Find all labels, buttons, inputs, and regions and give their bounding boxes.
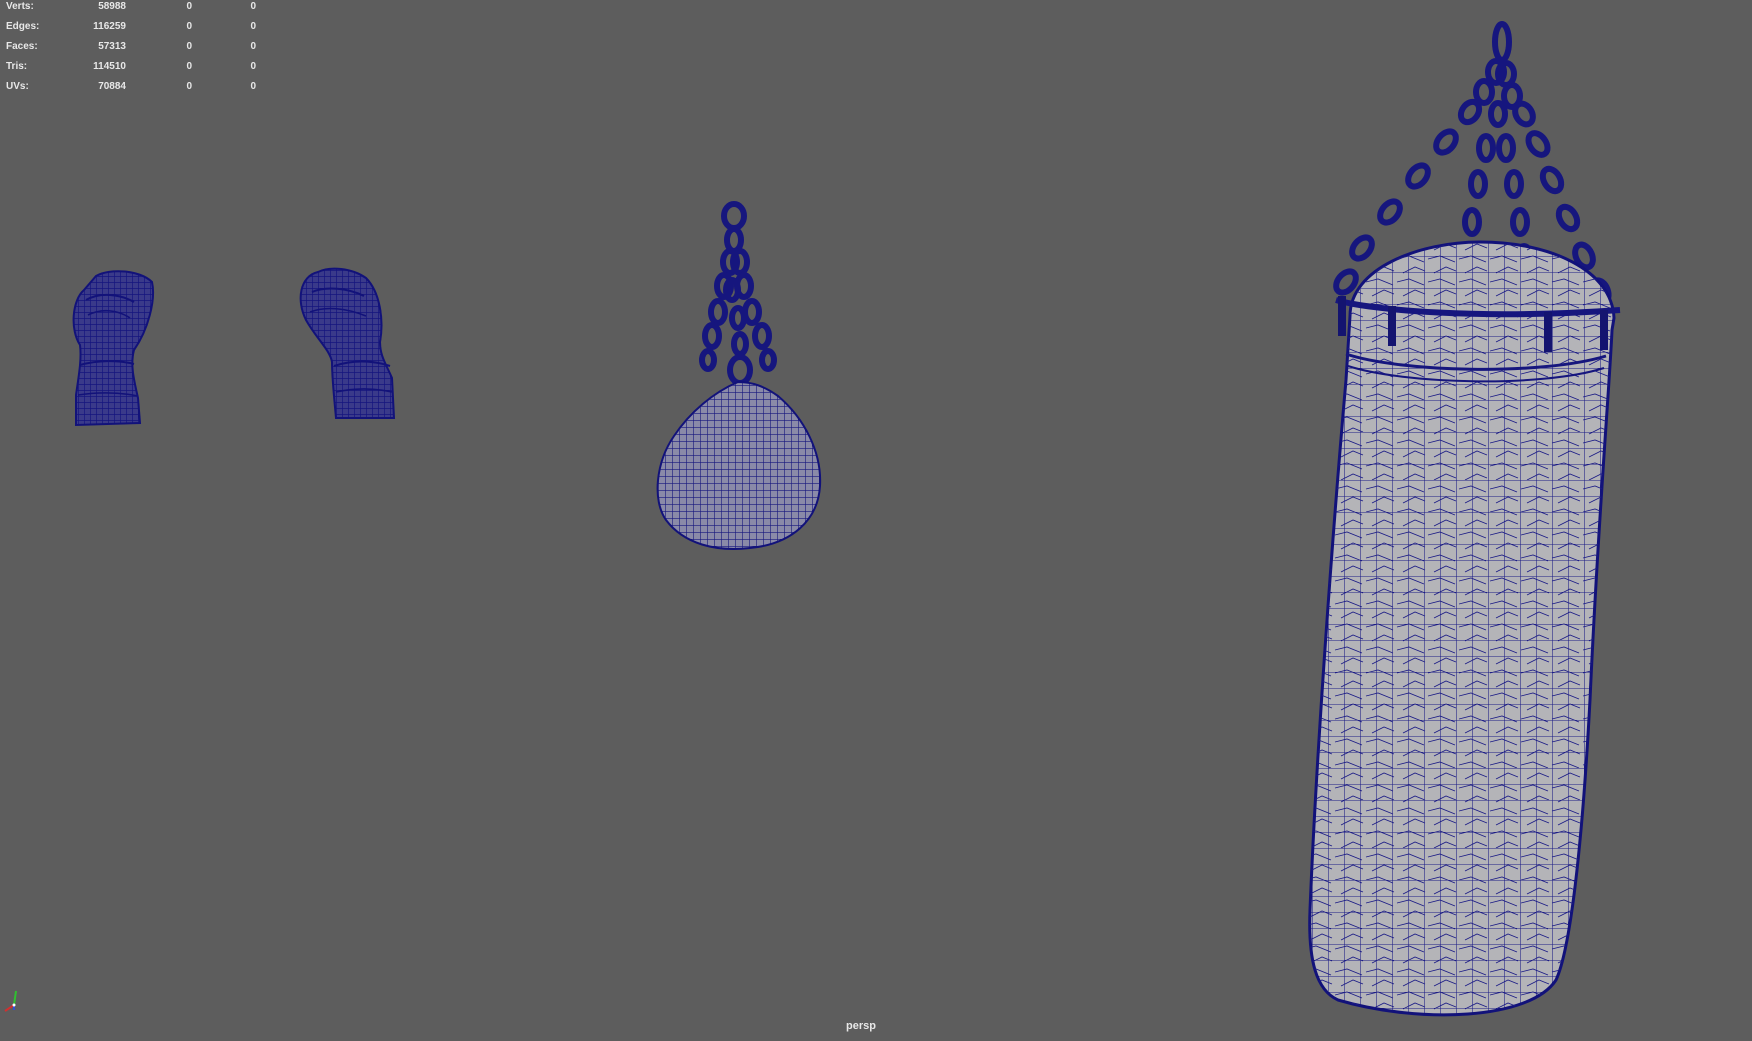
poly-count-hud: Verts: 58988 0 0 Edges: 116259 0 0 Faces: 57313 0 0… xyxy=(6,0,266,97)
boxing-glove-left[interactable] xyxy=(72,270,154,427)
hud-row-edges: Edges: 116259 0 0 xyxy=(6,17,266,37)
camera-label: persp xyxy=(846,1020,876,1032)
hud-label: UVs: xyxy=(6,81,29,92)
heavy-punching-bag[interactable] xyxy=(1308,21,1621,1017)
hud-label: Faces: xyxy=(6,41,38,52)
hud-total: 58988 xyxy=(98,1,126,12)
hud-label: Tris: xyxy=(6,61,28,72)
axis-gizmo-icon xyxy=(4,990,17,1012)
hud-component: 0 xyxy=(250,81,256,92)
hud-component: 0 xyxy=(250,41,256,52)
hud-selected: 0 xyxy=(186,81,192,92)
hud-selected: 0 xyxy=(186,1,192,12)
hud-total: 116259 xyxy=(93,21,126,32)
hud-total: 114510 xyxy=(93,61,126,72)
speed-bag-chain xyxy=(699,201,777,386)
hud-total: 57313 xyxy=(98,41,126,52)
3d-viewport[interactable]: Verts: 58988 0 0 Edges: 116259 0 0 Faces: 57313 0 0… xyxy=(0,0,1752,1041)
hud-row-verts: Verts: 58988 0 0 xyxy=(6,0,266,17)
hud-label: Edges: xyxy=(6,21,40,32)
boxing-glove-right[interactable] xyxy=(299,267,396,419)
hud-selected: 0 xyxy=(186,41,192,52)
speed-bag[interactable] xyxy=(656,201,822,550)
hud-component: 0 xyxy=(250,61,256,72)
hud-row-uvs: UVs: 70884 0 0 xyxy=(6,77,266,97)
hud-label: Verts: xyxy=(6,1,34,12)
hud-row-tris: Tris: 114510 0 0 xyxy=(6,57,266,77)
hud-selected: 0 xyxy=(186,21,192,32)
hud-total: 70884 xyxy=(98,81,126,92)
hud-component: 0 xyxy=(250,21,256,32)
hud-component: 0 xyxy=(250,1,256,12)
scene-svg xyxy=(72,21,1621,1017)
hud-selected: 0 xyxy=(186,61,192,72)
hud-row-faces: Faces: 57313 0 0 xyxy=(6,37,266,57)
